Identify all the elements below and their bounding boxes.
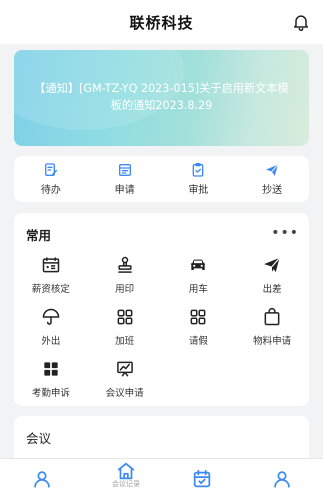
stamp-icon (117, 256, 132, 273)
common-label-salary: 薪资核定 (31, 284, 70, 295)
quick-label-approve: 审批 (188, 185, 209, 196)
page-title: 联桥科技 (129, 14, 194, 32)
common-title: 常用 (26, 228, 52, 243)
overtime-grid-icon (117, 309, 133, 325)
paper-plane-icon (264, 257, 281, 273)
approve-icon (193, 163, 204, 177)
common-label-car: 用车 (188, 284, 208, 295)
banner-text: 【通知】[GM-TZ-YQ 2023-015]关于启用新文本模板的通知2023.… (34, 82, 289, 112)
common-item-stamp[interactable]: 用印 (88, 255, 162, 295)
common-label-trip: 出差 (262, 284, 282, 295)
common-item-trip[interactable]: 出差 (235, 255, 309, 295)
common-item-salary[interactable]: 薪资核定 (14, 255, 88, 295)
person-icon[interactable] (31, 468, 53, 490)
quick-label-apply: 申请 (114, 185, 135, 196)
common-label-attendance: 考勤申诉 (31, 388, 70, 399)
leave-grid-icon (190, 309, 206, 325)
bag-icon (264, 307, 280, 326)
send-icon (266, 164, 279, 176)
quick-item-approve[interactable]: 审批 (162, 156, 236, 202)
app-root: 联桥科技 【通知】[GM-TZ-YQ 2023-015]关于启用新文本模板的通知… (0, 0, 323, 500)
common-label-material: 物料申请 (253, 336, 292, 347)
more-icon[interactable]: ••• (271, 225, 299, 241)
common-item-car[interactable]: 用车 (162, 255, 236, 295)
umbrella-icon (42, 308, 60, 325)
common-item-material[interactable]: 物料申请 (235, 307, 309, 347)
apply-icon (118, 164, 131, 176)
apps-grid-icon (44, 362, 58, 376)
user-icon[interactable] (271, 468, 293, 490)
meeting-title: 会议 (26, 431, 52, 446)
common-item-attendance[interactable]: 考勤申诉 (14, 359, 88, 399)
chart-board-icon (116, 361, 133, 377)
quick-item-apply[interactable]: 申请 (88, 156, 162, 202)
common-card: 常用 ••• 薪资核定 用印 用车 出差 外出 加班 请假 物料申请 考勤申诉 … (14, 213, 309, 406)
common-label-out: 外出 (41, 336, 61, 347)
top-header: 联桥科技 (0, 0, 323, 44)
common-item-meeting-apply[interactable]: 会议申请 (88, 359, 162, 399)
notice-banner[interactable]: 【通知】[GM-TZ-YQ 2023-015]关于启用新文本模板的通知2023.… (14, 50, 309, 146)
common-item-out[interactable]: 外出 (14, 307, 88, 347)
nav-home-label: 会议记录 (112, 480, 140, 488)
common-item-leave[interactable]: 请假 (162, 307, 236, 347)
nav-home[interactable]: 会议记录 (106, 459, 146, 493)
common-label-leave: 请假 (188, 336, 208, 347)
common-grid: 薪资核定 用印 用车 出差 外出 加班 请假 物料申请 考勤申诉 会议申请 (14, 255, 309, 399)
todo-icon (44, 163, 57, 176)
quick-label-todo: 待办 (40, 185, 61, 196)
common-label-overtime: 加班 (115, 336, 135, 347)
quick-item-todo[interactable]: 待办 (14, 156, 88, 202)
bell-icon[interactable] (291, 12, 311, 32)
bottom-nav: 会议记录 (0, 458, 323, 500)
common-label-stamp: 用印 (115, 284, 135, 295)
calendar-icon[interactable] (191, 468, 213, 490)
common-item-overtime[interactable]: 加班 (88, 307, 162, 347)
quick-item-send[interactable]: 抄送 (235, 156, 309, 202)
common-label-meeting-apply: 会议申请 (105, 388, 144, 399)
quick-label-send: 抄送 (262, 185, 283, 196)
car-icon (191, 259, 206, 270)
salary-calendar-icon (42, 257, 60, 273)
quick-actions-bar: 待办 申请 审批 抄送 (14, 156, 309, 202)
